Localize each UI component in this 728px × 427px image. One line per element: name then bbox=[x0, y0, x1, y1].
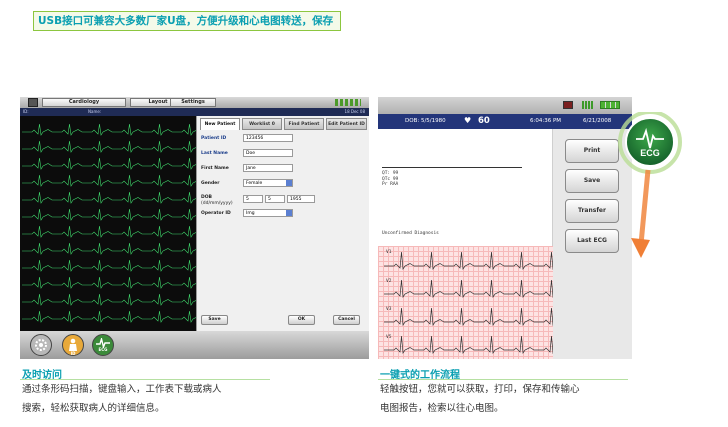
operator-id-label: Operator ID bbox=[201, 211, 231, 216]
last-name-label: Last Name bbox=[201, 151, 228, 156]
dock-ecg-button[interactable]: ECG bbox=[92, 334, 114, 356]
transfer-button[interactable]: Transfer bbox=[565, 199, 619, 223]
menu-tab-cardiology[interactable]: Cardiology bbox=[42, 98, 126, 107]
ok-button[interactable]: OK bbox=[288, 315, 315, 325]
tab-new-patient[interactable]: New Patient bbox=[200, 118, 240, 130]
right-top-bar bbox=[378, 97, 632, 114]
dock-id-label: ID bbox=[70, 351, 76, 356]
save-button[interactable]: Save bbox=[201, 315, 228, 325]
patient-id-field[interactable]: 123456 bbox=[243, 134, 293, 142]
right-device-screen: DOB: 5/5/1980 ♥ 60 6:04:36 PM 6/21/2008 … bbox=[378, 97, 632, 359]
person-icon bbox=[69, 338, 77, 351]
dob-month-field[interactable]: 5 bbox=[265, 195, 285, 203]
caption-right-line-2: 电图报告，检索以往心电图。 bbox=[380, 403, 504, 414]
heart-rate-value: 60 bbox=[478, 116, 490, 126]
gender-select[interactable]: Female bbox=[243, 179, 293, 187]
report-measurements: QT: 99 QTc 99 Pr RAA bbox=[382, 171, 398, 188]
status-date: 6/21/2008 bbox=[583, 118, 612, 124]
left-device-screen: Cardiology Layout Settings ID: Name: 18 … bbox=[20, 97, 369, 359]
report-divider bbox=[382, 167, 522, 168]
tab-worklist[interactable]: Worklist 0 bbox=[242, 118, 282, 130]
caption-left-line-1: 通过条形码扫描，键盘输入，工作表下载或病人 bbox=[22, 384, 222, 395]
tab-edit-patient-id[interactable]: Edit Patient ID bbox=[326, 118, 367, 130]
dob-year-field[interactable]: 1955 bbox=[287, 195, 315, 203]
lead-label-2: V2 bbox=[386, 279, 392, 284]
signal-strength-icon bbox=[582, 101, 594, 109]
gender-label: Gender bbox=[201, 181, 220, 186]
first-name-field[interactable]: Jane bbox=[243, 164, 293, 172]
dock-patient-id-button[interactable]: ID bbox=[62, 334, 84, 356]
cancel-button[interactable]: Cancel bbox=[333, 315, 360, 325]
caption-right-line-1: 轻触按钮，您就可以获取，打印，保存和传输心 bbox=[380, 384, 580, 395]
status-date: 18 Dec 08 bbox=[344, 109, 365, 114]
heart-icon: ♥ bbox=[464, 116, 472, 125]
patient-id-label: Patient ID bbox=[201, 136, 227, 141]
dob-day-field[interactable]: 5 bbox=[243, 195, 263, 203]
print-button[interactable]: Print bbox=[565, 139, 619, 163]
dock-ecg-label: ECG bbox=[98, 347, 108, 352]
signal-icon bbox=[335, 99, 361, 106]
arrow-icon bbox=[631, 169, 651, 258]
top-banner: USB接口可兼容大多数厂家U盘，方便升级和心电图转送，保存 bbox=[33, 11, 341, 31]
operator-id-select[interactable]: Img bbox=[243, 209, 293, 217]
menu-bar: Cardiology Layout Settings bbox=[20, 97, 369, 108]
tab-find-patient[interactable]: Find Patient bbox=[284, 118, 324, 130]
last-ecg-button[interactable]: Last ECG bbox=[565, 229, 619, 253]
caption-right-text: 轻触按钮，您就可以获取，打印，保存和传输心 电图报告，检索以往心电图。 bbox=[380, 380, 580, 418]
ecg-trace-icon bbox=[384, 251, 553, 355]
first-name-label: First Name bbox=[201, 166, 229, 171]
dock-settings-button[interactable] bbox=[30, 334, 52, 356]
report-diagnosis: Unconfirmed Diagnosis bbox=[382, 231, 439, 236]
bottom-dock: ID ECG bbox=[20, 331, 369, 359]
status-time: 6:04:36 PM bbox=[530, 118, 562, 124]
report-line-1: QT: 99 bbox=[382, 171, 399, 176]
save-report-button[interactable]: Save bbox=[565, 169, 619, 193]
ecg-report-preview: QT: 99 QTc 99 Pr RAA Unconfirmed Diagnos… bbox=[378, 129, 553, 359]
menu-tab-settings[interactable]: Settings bbox=[170, 98, 216, 107]
report-line-3: Pr RAA bbox=[382, 182, 399, 187]
status-name-label: Name: bbox=[88, 109, 102, 114]
lead-label-1: V1 bbox=[386, 250, 392, 255]
ecg-grid-paper: V1 V2 V3 V5 bbox=[378, 246, 553, 359]
right-status-bar: DOB: 5/5/1980 ♥ 60 6:04:36 PM 6/21/2008 bbox=[378, 114, 632, 129]
dob-format-label: (dd/mm/yyyy) bbox=[201, 201, 233, 206]
status-id-label: ID: bbox=[23, 109, 29, 114]
caption-left-line-2: 搜索，轻松获取病人的详细信息。 bbox=[22, 403, 165, 414]
badge-label: ECG bbox=[640, 148, 660, 158]
lead-label-3: V3 bbox=[386, 307, 392, 312]
lead-label-4: V5 bbox=[386, 335, 392, 340]
patient-status-bar: ID: Name: 18 Dec 08 bbox=[20, 108, 369, 116]
battery-icon bbox=[600, 101, 620, 109]
patient-entry-panel: New Patient Worklist 0 Find Patient Edit… bbox=[196, 116, 369, 331]
lock-icon bbox=[563, 101, 573, 109]
gear-icon bbox=[35, 339, 47, 351]
caption-left-text: 通过条形码扫描，键盘输入，工作表下载或病人 搜索，轻松获取病人的详细信息。 bbox=[22, 380, 222, 418]
home-icon[interactable] bbox=[28, 98, 38, 107]
last-name-field[interactable]: Doe bbox=[243, 149, 293, 157]
status-dob: DOB: 5/5/1980 bbox=[405, 118, 446, 124]
